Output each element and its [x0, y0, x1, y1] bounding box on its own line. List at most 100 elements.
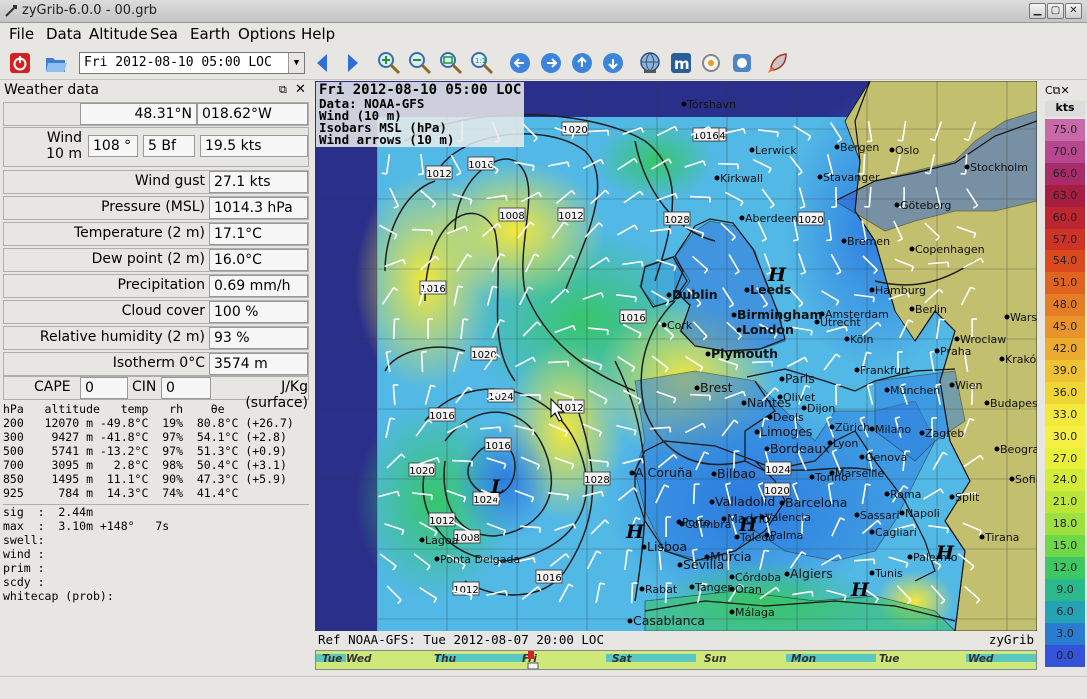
close-button[interactable]: ✕ — [1065, 3, 1082, 19]
high-pressure-marker: H — [935, 542, 955, 564]
timeline-handle[interactable] — [527, 662, 539, 670]
city-dot — [434, 556, 440, 562]
maximize-button[interactable]: ▢ — [1047, 3, 1064, 19]
zoom-all-button[interactable]: 1:1 — [469, 50, 495, 76]
pan-right-button[interactable] — [538, 50, 564, 76]
city-dot — [764, 532, 770, 538]
city-dot — [779, 376, 785, 382]
menu-options[interactable]: Options — [238, 25, 296, 43]
zoom-out-button[interactable] — [407, 50, 433, 76]
high-pressure-marker: H — [625, 521, 645, 543]
legend-cell: 36.0 — [1045, 381, 1085, 404]
meteotable-button[interactable]: m — [668, 50, 694, 76]
city-label: Málaga — [735, 606, 775, 619]
isobar-label: 1012 — [558, 211, 583, 222]
city-label: Bremen — [847, 235, 890, 248]
cloud-cover-value: 100 % — [209, 301, 308, 323]
float-panel-icon[interactable]: ⧉ — [279, 83, 287, 97]
city-dot — [666, 292, 672, 298]
temperature-value: 17.1°C — [209, 223, 308, 245]
city-dot — [854, 367, 860, 373]
arrow-left-icon — [317, 54, 327, 72]
city-label: Palma — [770, 529, 803, 542]
pan-up-button[interactable] — [569, 50, 595, 76]
timeline-day-label: Mon — [791, 653, 816, 665]
city-label: Oran — [735, 583, 762, 596]
city-label: Olivet — [783, 391, 816, 404]
legend-header-icons[interactable]: C⧉✕ — [1045, 84, 1070, 98]
menu-sea[interactable]: Sea — [150, 25, 178, 43]
pan-down-button[interactable] — [600, 50, 626, 76]
pan-left-button[interactable] — [507, 50, 533, 76]
city-dot — [841, 238, 847, 244]
zoom-in-button[interactable] — [376, 50, 402, 76]
city-dot — [1004, 314, 1010, 320]
city-dot — [907, 554, 913, 560]
city-dot — [731, 312, 737, 318]
city-label: Cork — [667, 319, 693, 332]
legend-cell: 51.0 — [1045, 272, 1085, 295]
city-label: Genova — [865, 451, 907, 464]
city-dot — [419, 537, 425, 543]
download-grib-button[interactable] — [637, 50, 663, 76]
window-title: zyGrib-6.0.0 - 00.grb — [22, 3, 158, 18]
timeline-slider[interactable]: TueWedThuFriSatSunMonTueWed — [315, 650, 1037, 670]
gps-button[interactable] — [729, 50, 755, 76]
city-label: Kirkwall — [720, 172, 763, 185]
wind-gust-value: 27.1 kts — [209, 171, 308, 193]
precipitation-label: Precipitation — [117, 277, 205, 293]
isobar-label: 1028 — [664, 215, 689, 226]
date-selector[interactable]: Fri 2012-08-10 05:00 LOC ▼ — [79, 52, 305, 74]
chevron-down-icon[interactable]: ▼ — [288, 53, 304, 73]
animation-button[interactable] — [765, 50, 791, 76]
city-dot — [767, 414, 773, 420]
isobar-label: 1012 — [429, 516, 454, 527]
menu-altitude[interactable]: Altitude — [89, 25, 148, 43]
menu-file[interactable]: File — [9, 25, 34, 43]
city-label: Lisboa — [647, 539, 687, 554]
city-dot — [869, 570, 875, 576]
quit-button[interactable] — [7, 50, 33, 76]
city-label: Köln — [850, 333, 873, 346]
city-label: Wroclaw — [960, 333, 1006, 346]
reference-text: Ref NOAA-GFS: Tue 2012-08-07 20:00 LOC — [318, 632, 604, 647]
minimize-button[interactable]: ▁ — [1029, 3, 1046, 19]
city-label: Frankfurt — [860, 364, 910, 377]
dew-point-value: 16.0°C — [209, 249, 308, 271]
next-date-button[interactable] — [340, 50, 366, 76]
wind-speed-value: 19.5 kts — [200, 135, 308, 157]
city-dot — [681, 101, 687, 107]
zoom-fit-button[interactable] — [438, 50, 464, 76]
menu-help[interactable]: Help — [301, 25, 335, 43]
timeline-day-label: Tue — [322, 653, 342, 665]
map-canvas[interactable]: 1020102410161012100810121016102010241028… — [315, 81, 1037, 631]
city-dot — [949, 494, 955, 500]
city-label: Bilbao — [717, 466, 756, 481]
city-label: Valencia — [765, 511, 811, 524]
city-dot — [705, 351, 711, 357]
city-dot — [809, 474, 815, 480]
city-label: Milano — [875, 423, 911, 436]
weather-map[interactable]: 1020102410161012100810121016102010241028… — [315, 81, 1037, 631]
city-dot — [859, 454, 865, 460]
menu-bar: File Data Altitude Sea Earth Options Hel… — [0, 23, 1087, 45]
settings-button[interactable] — [698, 50, 724, 76]
city-dot — [741, 400, 747, 406]
timeline-track[interactable]: TueWedThuFriSatSunMonTueWed — [316, 651, 1036, 670]
city-dot — [689, 584, 695, 590]
city-dot — [994, 446, 1000, 452]
prev-date-button[interactable] — [309, 50, 335, 76]
city-label: Limoges — [760, 424, 812, 439]
open-file-button[interactable] — [43, 50, 69, 76]
city-label: Wien — [955, 379, 982, 392]
close-panel-icon[interactable]: ✕ — [295, 82, 306, 97]
city-label: Sofia — [1015, 473, 1037, 486]
menu-earth[interactable]: Earth — [190, 25, 230, 43]
city-label: Barcelona — [785, 495, 847, 510]
dew-point-row: Dew point (2 m) 16.0°C — [3, 248, 309, 272]
title-bar[interactable]: zyGrib-6.0.0 - 00.grb ▁ ▢ ✕ — [0, 0, 1087, 23]
city-dot — [827, 440, 833, 446]
city-label: Stockholm — [970, 161, 1028, 174]
app-icon — [5, 5, 17, 17]
menu-data[interactable]: Data — [46, 25, 82, 43]
